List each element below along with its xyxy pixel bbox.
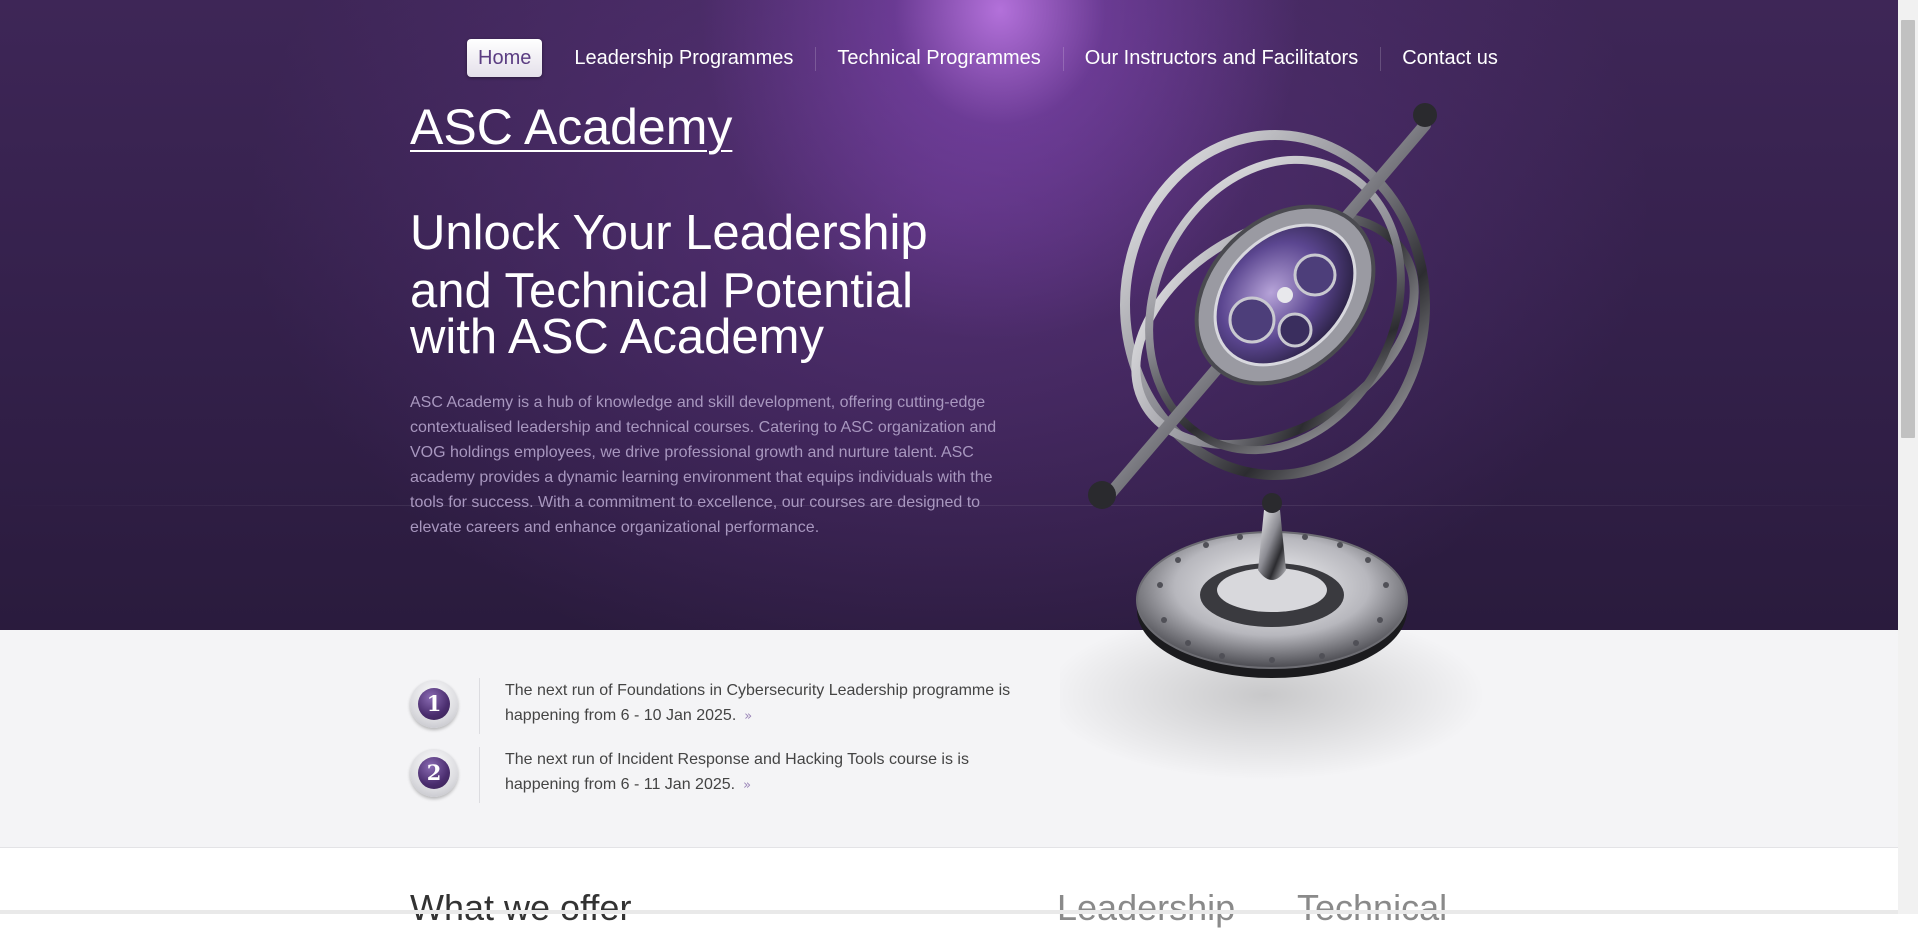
technical-column-title: Technical — [1297, 887, 1448, 928]
nav-instructors[interactable]: Our Instructors and Facilitators — [1062, 39, 1380, 77]
vertical-scrollbar[interactable] — [1898, 0, 1918, 914]
nav-contact[interactable]: Contact us — [1380, 39, 1520, 77]
news-text-1: The next run of Foundations in Cybersecu… — [505, 678, 1025, 729]
nav-home[interactable]: Home — [467, 39, 543, 77]
number-badge-2: 2 — [410, 749, 458, 797]
nav-leadership-programmes[interactable]: Leadership Programmes — [552, 39, 815, 77]
news-text-2: The next run of Incident Response and Ha… — [505, 747, 1025, 798]
main-nav: Home Leadership Programmes Technical Pro… — [467, 39, 1520, 77]
hero-headline: Unlock Your Leadership and Technical Pot… — [410, 204, 1030, 366]
leadership-column-title: Leadership — [1057, 887, 1236, 928]
news-divider — [479, 747, 480, 803]
news-divider — [479, 678, 480, 734]
what-we-offer-title: What we offer — [410, 887, 632, 928]
scrollbar-thumb[interactable] — [1901, 20, 1915, 438]
headline-line-3: with ASC Academy — [410, 310, 824, 364]
gyroscope-illustration — [1060, 103, 1485, 780]
site-logo-link[interactable]: ASC Academy — [410, 98, 732, 156]
badge-number: 1 — [418, 688, 450, 720]
bottom-edge — [0, 910, 1898, 914]
nav-technical-programmes[interactable]: Technical Programmes — [815, 39, 1062, 77]
news-item-1: 1 The next run of Foundations in Cyberse… — [410, 678, 1030, 734]
double-chevron-right-icon[interactable]: » — [743, 773, 751, 798]
news-text: The next run of Incident Response and Ha… — [505, 751, 969, 793]
hero-intro-text: ASC Academy is a hub of knowledge and sk… — [410, 394, 997, 536]
news-section — [0, 630, 1898, 848]
news-item-2: 2 The next run of Incident Response and … — [410, 747, 1030, 803]
news-text: The next run of Foundations in Cybersecu… — [505, 682, 1011, 724]
badge-number: 2 — [418, 757, 450, 789]
double-chevron-right-icon[interactable]: » — [744, 704, 752, 729]
headline-line-1: Unlock Your Leadership — [410, 206, 928, 260]
number-badge-1: 1 — [410, 680, 458, 728]
